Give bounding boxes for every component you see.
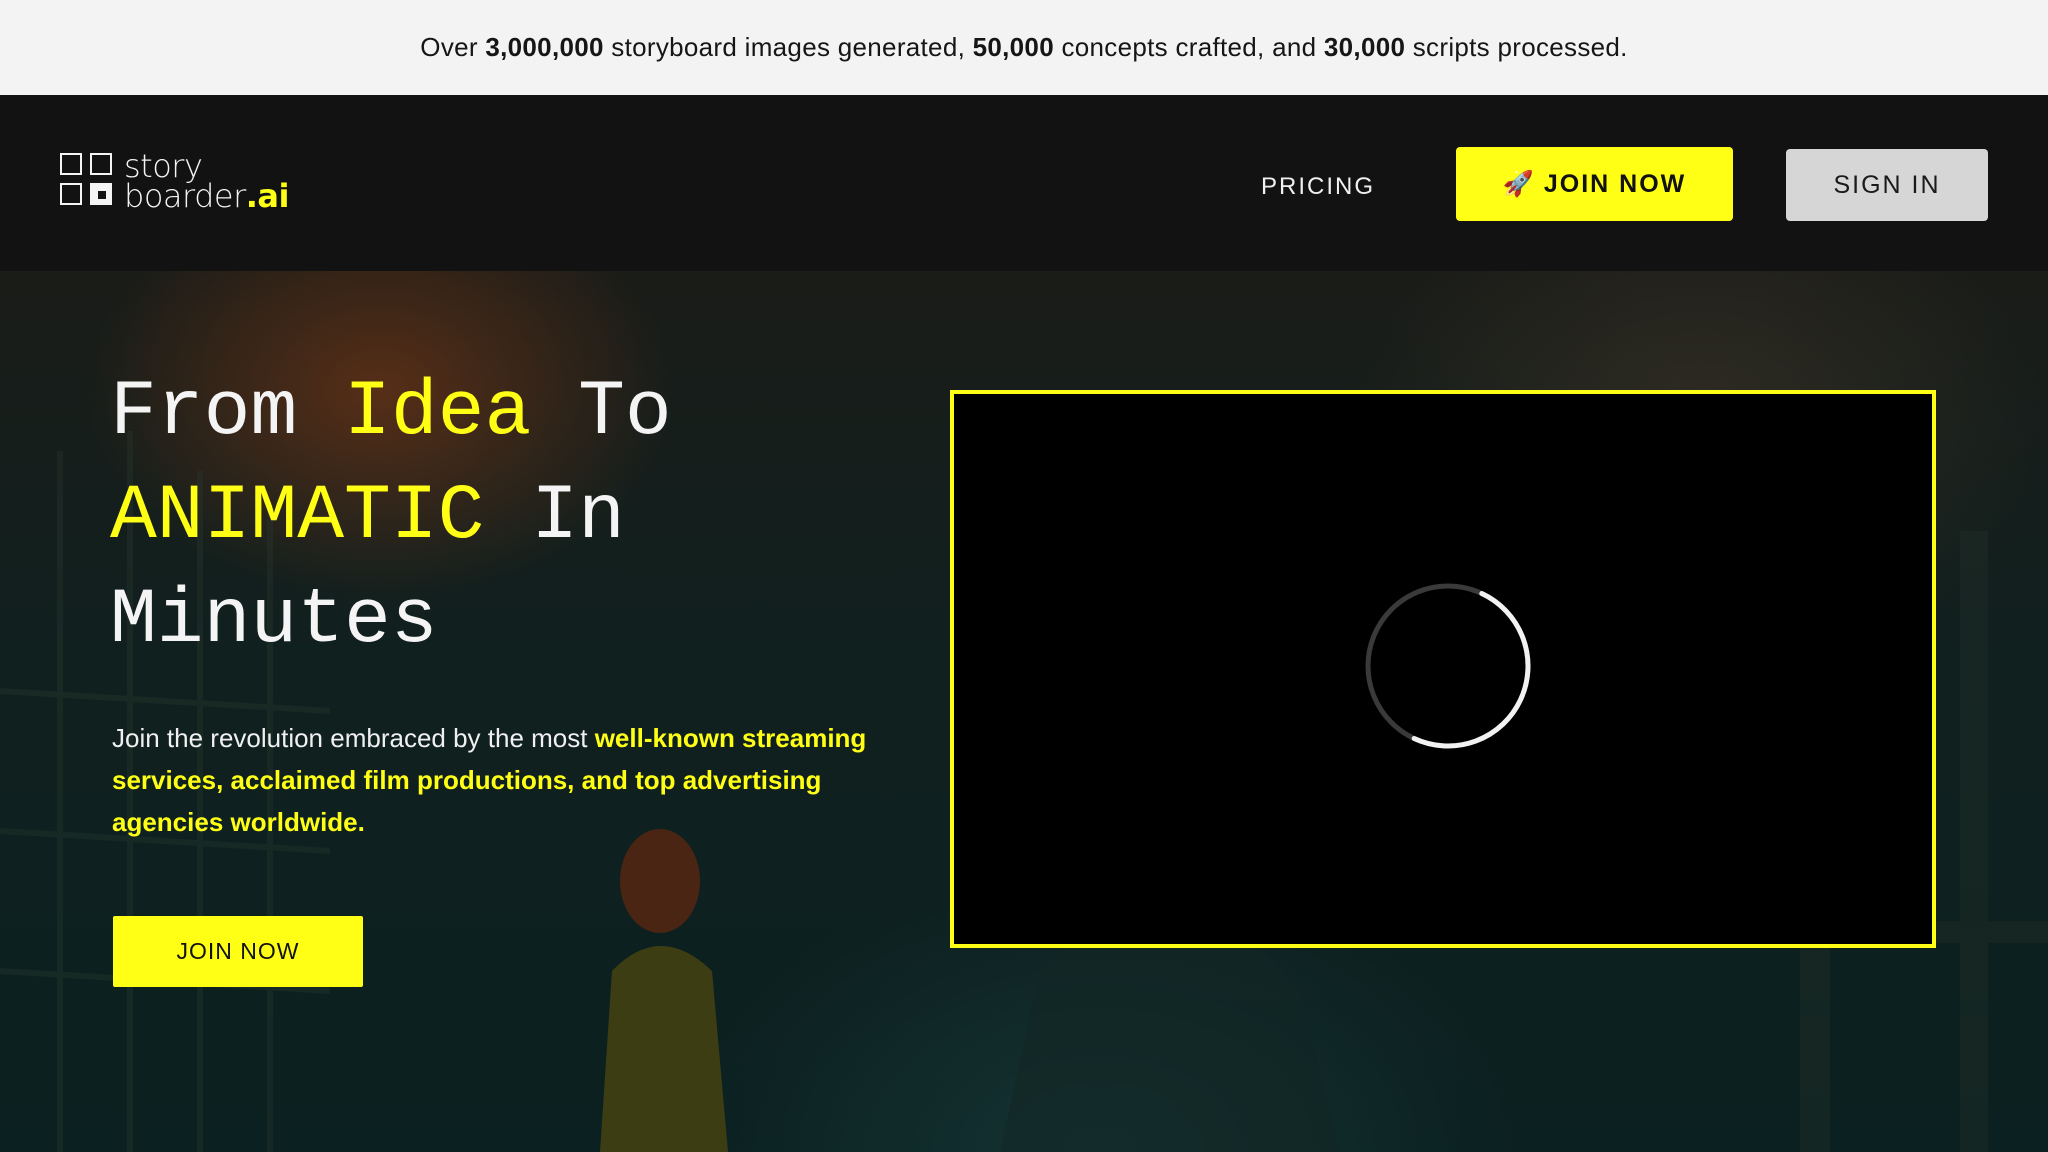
hero-section: From Idea To ANIMATIC In Minutes Join th…	[0, 271, 2048, 1152]
rocket-icon: 🚀	[1502, 170, 1536, 198]
stat-images: 3,000,000	[485, 32, 604, 62]
logo-grid-icon	[60, 153, 118, 211]
nav-pricing-link[interactable]: PRICING	[1236, 167, 1400, 207]
hero-join-now-button[interactable]: JOIN NOW	[113, 916, 363, 987]
join-now-button[interactable]: 🚀 JOIN NOW	[1456, 147, 1733, 221]
video-player[interactable]	[950, 390, 1936, 948]
promo-text: Over 3,000,000 storyboard images generat…	[420, 32, 1628, 62]
title-highlight-idea: Idea	[344, 369, 532, 457]
title-highlight-animatic: ANIMATIC	[110, 473, 485, 561]
logo[interactable]: story boarder.ai	[60, 150, 300, 217]
stat-scripts: 30,000	[1323, 32, 1406, 62]
join-now-label: JOIN NOW	[1543, 170, 1687, 198]
stat-concepts: 50,000	[972, 32, 1054, 62]
sign-in-button[interactable]: SIGN IN	[1786, 149, 1988, 221]
hero-description: Join the revolution embraced by the most…	[112, 723, 867, 837]
hero-title: From Idea To ANIMATIC In Minutes	[110, 369, 672, 665]
top-nav: story boarder.ai PRICING	[0, 95, 2048, 271]
promo-bar: Over 3,000,000 storyboard images generat…	[0, 0, 2048, 95]
logo-word-boarder: boarder.ai	[124, 177, 289, 215]
loading-spinner-icon	[1365, 583, 1531, 749]
